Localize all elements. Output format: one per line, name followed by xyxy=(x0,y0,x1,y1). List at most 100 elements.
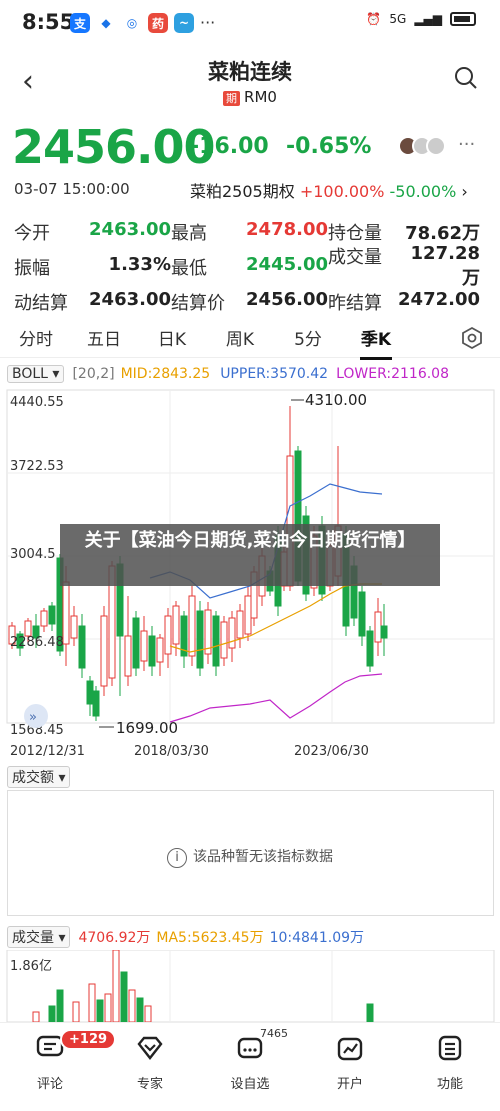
stat-value: 2478.00 xyxy=(246,218,328,240)
candle-body xyxy=(70,615,78,639)
option-up-pct: +100.00% xyxy=(299,182,385,201)
settings-icon[interactable] xyxy=(460,326,484,350)
contract-code: RM0 xyxy=(244,88,277,106)
article-title-overlay: 关于【菜油今日期货,菜油今日期货行情】 xyxy=(60,524,440,586)
candle-body xyxy=(244,595,252,635)
volume-bar xyxy=(72,1001,80,1022)
stat-value: 2472.00 xyxy=(398,288,480,310)
tab-1[interactable]: 五日 xyxy=(72,325,136,350)
quote-datetime: 03-07 15:00:00 xyxy=(14,180,130,198)
candle-body xyxy=(236,610,244,639)
stat-value: 127.28万 xyxy=(410,243,480,289)
candle-body xyxy=(220,621,228,659)
candle-body xyxy=(48,605,56,625)
price-change-pct: -0.65% xyxy=(286,134,372,159)
stat-label: 最高 xyxy=(171,222,207,244)
indicator-name: BOLL xyxy=(12,366,48,382)
stat-label: 动结算 xyxy=(14,292,68,314)
tab-3[interactable]: 周K xyxy=(208,325,272,350)
stat-value: 2463.00 xyxy=(89,288,171,310)
volume-value: 4706.92万 xyxy=(78,930,151,946)
stats-row: 振幅 1.33% 最低 2445.00 成交量 127.28万 xyxy=(14,243,486,289)
indicator-mid: MID:2843.25 xyxy=(120,366,211,382)
turnover-select[interactable]: 成交额 ▾ xyxy=(7,766,71,788)
candle-body xyxy=(358,591,366,637)
bottom-nav-item-4[interactable]: 功能 xyxy=(400,1023,500,1111)
stat-cell: 最高 2478.00 xyxy=(171,219,328,245)
chevron-right-icon: › xyxy=(461,182,468,201)
candle-body xyxy=(366,630,374,667)
quote-panel: 2456.00 -16.00 -0.65% ··· 03-07 15:00:00… xyxy=(0,120,500,314)
futures-tag: 期 xyxy=(223,91,241,106)
volume-bar: 成交量 ▾ 4706.92万 MA5:5623.45万 10:4841.09万 xyxy=(0,925,500,949)
bottom-nav-item-0[interactable]: 评论 +129 xyxy=(0,1023,117,1111)
option-down-pct: -50.00% xyxy=(389,182,457,201)
search-icon[interactable] xyxy=(454,66,478,90)
bottom-nav-item-2[interactable]: 设自选 7465 xyxy=(200,1023,300,1111)
watchlist-count: 7465 xyxy=(260,1027,288,1040)
bottom-nav-item-3[interactable]: 开户 xyxy=(300,1023,400,1111)
no-data-text: 该品种暂无该指标数据 xyxy=(193,849,333,865)
candle-body xyxy=(78,625,86,669)
stat-cell: 动结算 2463.00 xyxy=(14,289,171,315)
volume-ma10: 10:4841.09万 xyxy=(269,930,365,946)
candle-body xyxy=(188,595,196,657)
bottom-nav-item-1[interactable]: 专家 xyxy=(100,1023,200,1111)
indicator-upper: UPPER:3570.42 xyxy=(220,366,329,382)
volume-select[interactable]: 成交量 ▾ xyxy=(7,926,71,948)
volume-y-label: 1.86亿 xyxy=(10,959,52,974)
stat-label: 今开 xyxy=(14,222,50,244)
volume-bar xyxy=(128,989,136,1022)
volume-bar xyxy=(88,983,96,1022)
tab-4[interactable]: 5分 xyxy=(276,325,340,350)
bottom-nav-label: 功能 xyxy=(436,1077,463,1092)
stat-value: 2463.00 xyxy=(89,218,171,240)
y-label: 3722.53 xyxy=(10,459,64,474)
candle-body xyxy=(100,615,108,687)
stat-label: 振幅 xyxy=(14,257,50,279)
stat-value: 2445.00 xyxy=(246,253,328,275)
stat-label: 结算价 xyxy=(171,292,225,314)
more-icon[interactable]: ··· xyxy=(458,134,475,155)
bottom-nav: 评论 +129 专家 设自选 7465 开户 功能 xyxy=(0,1022,500,1111)
indicator-params: [20,2] xyxy=(72,366,115,382)
info-icon: i xyxy=(167,848,187,868)
status-app-icons: 支 ◆ ◎ 药 ~ ··· xyxy=(70,13,215,33)
battery-icon xyxy=(450,12,476,26)
tab-2[interactable]: 日K xyxy=(140,325,204,350)
volume-bar xyxy=(104,993,112,1022)
x-label: 2023/06/30 xyxy=(294,744,369,759)
tab-0[interactable]: 分时 xyxy=(4,325,68,350)
watcher-avatars[interactable] xyxy=(398,136,446,156)
nav-bar: ‹ 菜粕连续 期 RM0 xyxy=(0,48,500,114)
tab-5[interactable]: 季K xyxy=(344,325,408,360)
x-label: 2018/03/30 xyxy=(134,744,209,759)
stat-label: 成交量 xyxy=(328,247,382,268)
candle-body xyxy=(212,615,220,667)
indicator-select[interactable]: BOLL ▾ xyxy=(7,365,65,383)
indicator-lower: LOWER:2116.08 xyxy=(336,366,449,382)
no-data-message: i 该品种暂无该指标数据 xyxy=(0,846,500,868)
volume-bars xyxy=(32,950,374,1022)
volume-name: 成交量 xyxy=(12,930,54,946)
page-title: 菜粕连续 xyxy=(208,60,292,84)
stat-cell: 最低 2445.00 xyxy=(171,254,328,280)
candle-body xyxy=(156,637,164,663)
candle-body xyxy=(172,605,180,645)
option-contract-link[interactable]: 菜粕2505期权 +100.00% -50.00% › xyxy=(190,178,468,202)
candle-body xyxy=(24,620,32,637)
signal-icon: 5G xyxy=(389,12,407,26)
turnover-name: 成交额 xyxy=(12,770,54,786)
chart-app-icon: ~ xyxy=(174,13,194,33)
stat-value: 2456.00 xyxy=(246,288,328,310)
more-notifications-icon: ··· xyxy=(200,13,216,32)
high-label: 4310.00 xyxy=(305,391,367,409)
volume-bar xyxy=(112,950,120,1022)
candle-body xyxy=(380,625,388,639)
bottom-nav-label: 设自选 xyxy=(230,1077,270,1092)
volume-bar xyxy=(120,971,128,1022)
volume-bar xyxy=(56,989,64,1022)
signal-bars-icon: ▂▄▆ xyxy=(414,12,442,26)
shield-app-icon: ◆ xyxy=(96,13,116,33)
volume-bar xyxy=(366,1003,374,1022)
